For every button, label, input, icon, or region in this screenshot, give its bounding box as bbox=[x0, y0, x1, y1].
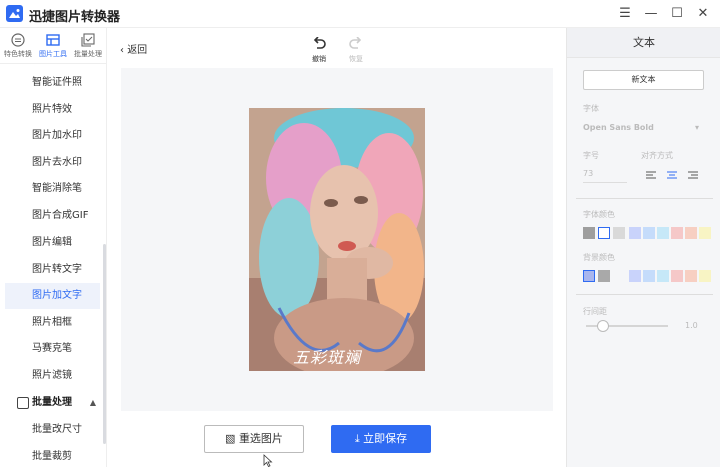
tab-batch[interactable]: 批量处理 bbox=[73, 33, 103, 59]
background-color-swatch[interactable] bbox=[657, 270, 669, 282]
sidebar-item-batch-crop[interactable]: 批量裁剪 bbox=[5, 444, 100, 470]
close-icon[interactable]: ✕ bbox=[693, 4, 713, 24]
sidebar-item-photo-effects[interactable]: 照片特效 bbox=[5, 97, 100, 123]
main-workspace: ‹ 返回 撤销 恢复 五彩斑斓 ▧ 重选图片 ⤓ 立即保存 bbox=[106, 28, 566, 467]
chevron-up-icon: ▲ bbox=[89, 398, 96, 407]
app-title: 迅捷图片转换器 bbox=[29, 10, 121, 25]
tab-special-convert[interactable]: 特色转换 bbox=[3, 33, 33, 59]
maximize-icon[interactable]: ☐ bbox=[667, 4, 687, 24]
image-canvas[interactable]: 五彩斑斓 bbox=[121, 68, 553, 411]
font-color-swatch[interactable] bbox=[583, 227, 595, 239]
sidebar-item-smart-eraser[interactable]: 智能消除笔 bbox=[5, 176, 100, 202]
background-color-swatch[interactable] bbox=[598, 270, 610, 282]
font-color-swatch[interactable] bbox=[685, 227, 697, 239]
line-height-label: 行间距 bbox=[583, 307, 607, 316]
app-logo-icon bbox=[6, 5, 23, 22]
menu-icon[interactable]: ☰ bbox=[615, 4, 635, 24]
background-color-swatch[interactable] bbox=[671, 270, 683, 282]
font-select[interactable]: Open Sans Bold bbox=[583, 123, 654, 132]
align-center-icon[interactable] bbox=[667, 171, 677, 179]
sidebar-section-batch[interactable]: 批量处理 ▲ bbox=[5, 390, 100, 416]
image-tool-icon bbox=[46, 34, 60, 46]
sidebar-item-image-edit[interactable]: 图片编辑 bbox=[5, 230, 100, 256]
sidebar: 智能证件照 照片特效 图片加水印 图片去水印 智能消除笔 图片合成GIF 图片编… bbox=[0, 64, 106, 467]
convert-icon bbox=[11, 33, 25, 47]
sidebar-item-photo-filter[interactable]: 照片滤镜 bbox=[5, 363, 100, 389]
sidebar-item-id-photo[interactable]: 智能证件照 bbox=[5, 70, 100, 96]
image-icon: ▧ bbox=[225, 432, 239, 445]
font-size-label: 字号 bbox=[583, 151, 599, 160]
save-label: 立即保存 bbox=[363, 432, 408, 445]
sidebar-item-add-text[interactable]: 图片加文字 bbox=[5, 283, 100, 309]
font-color-swatch[interactable] bbox=[629, 227, 641, 239]
font-label: 字体 bbox=[583, 104, 599, 113]
font-color-swatch[interactable] bbox=[699, 227, 711, 239]
background-color-swatch[interactable] bbox=[613, 270, 625, 282]
tab-label: 批量处理 bbox=[74, 50, 102, 58]
font-color-swatch[interactable] bbox=[671, 227, 683, 239]
undo-label: 撤销 bbox=[312, 55, 326, 63]
batch-icon bbox=[81, 33, 95, 47]
font-color-swatch[interactable] bbox=[598, 227, 610, 239]
undo-icon bbox=[313, 36, 326, 49]
sidebar-item-mosaic[interactable]: 马赛克笔 bbox=[5, 336, 100, 362]
background-color-swatch[interactable] bbox=[643, 270, 655, 282]
back-button[interactable]: ‹ 返回 bbox=[120, 41, 147, 56]
photo-caption-text[interactable]: 五彩斑斓 bbox=[293, 344, 361, 368]
background-color-swatch[interactable] bbox=[699, 270, 711, 282]
reselect-image-button[interactable]: ▧ 重选图片 bbox=[204, 425, 304, 453]
redo-label: 恢复 bbox=[349, 55, 363, 63]
font-size-input[interactable]: 73 bbox=[583, 169, 627, 183]
batch-section-icon bbox=[17, 397, 29, 409]
background-color-swatch[interactable] bbox=[685, 270, 697, 282]
minimize-icon[interactable]: — bbox=[641, 4, 661, 24]
panel-title: 文本 bbox=[567, 28, 720, 58]
portrait-illustration bbox=[249, 108, 425, 371]
line-height-value: 1.0 bbox=[685, 321, 698, 330]
redo-button[interactable]: 恢复 bbox=[342, 34, 370, 64]
mouse-cursor-icon bbox=[263, 454, 273, 467]
font-color-label: 字体颜色 bbox=[583, 210, 615, 219]
divider bbox=[576, 198, 713, 199]
align-left-icon[interactable] bbox=[646, 171, 656, 179]
sidebar-item-add-watermark[interactable]: 图片加水印 bbox=[5, 123, 100, 149]
background-color-swatch[interactable] bbox=[583, 270, 595, 282]
sidebar-item-image-to-text[interactable]: 图片转文字 bbox=[5, 257, 100, 283]
line-height-slider-knob[interactable] bbox=[597, 320, 609, 332]
align-label: 对齐方式 bbox=[641, 151, 673, 160]
section-label: 批量处理 bbox=[32, 397, 72, 408]
tab-label: 特色转换 bbox=[4, 50, 32, 58]
sidebar-item-photo-frame[interactable]: 照片相框 bbox=[5, 310, 100, 336]
portrait-photo: 五彩斑斓 bbox=[249, 108, 425, 371]
background-color-swatch[interactable] bbox=[629, 270, 641, 282]
tab-label: 图片工具 bbox=[39, 50, 67, 58]
align-right-icon[interactable] bbox=[688, 171, 698, 179]
title-bar: 迅捷图片转换器 ☰ — ☐ ✕ bbox=[0, 0, 720, 28]
font-color-swatch[interactable] bbox=[613, 227, 625, 239]
text-properties-panel: 文本 新文本 字体 Open Sans Bold ▾ 字号 对齐方式 73 字体… bbox=[566, 28, 720, 467]
background-color-label: 背景颜色 bbox=[583, 253, 615, 262]
undo-button[interactable]: 撤销 bbox=[305, 34, 333, 64]
reselect-label: 重选图片 bbox=[238, 432, 283, 445]
nav-tabs: 特色转换 图片工具 批量处理 bbox=[0, 28, 106, 64]
divider bbox=[576, 294, 713, 295]
sidebar-item-remove-watermark[interactable]: 图片去水印 bbox=[5, 150, 100, 176]
font-color-swatch[interactable] bbox=[643, 227, 655, 239]
tab-image-tools[interactable]: 图片工具 bbox=[38, 33, 68, 59]
font-color-swatch[interactable] bbox=[657, 227, 669, 239]
sidebar-item-batch-resize[interactable]: 批量改尺寸 bbox=[5, 417, 100, 443]
chevron-down-icon: ▾ bbox=[695, 123, 700, 132]
save-button[interactable]: ⤓ 立即保存 bbox=[331, 425, 431, 453]
new-text-button[interactable]: 新文本 bbox=[583, 70, 704, 90]
sidebar-item-gif-maker[interactable]: 图片合成GIF bbox=[5, 203, 100, 229]
back-label: 返回 bbox=[127, 45, 148, 56]
download-icon: ⤓ bbox=[354, 432, 364, 445]
redo-icon bbox=[349, 36, 362, 49]
